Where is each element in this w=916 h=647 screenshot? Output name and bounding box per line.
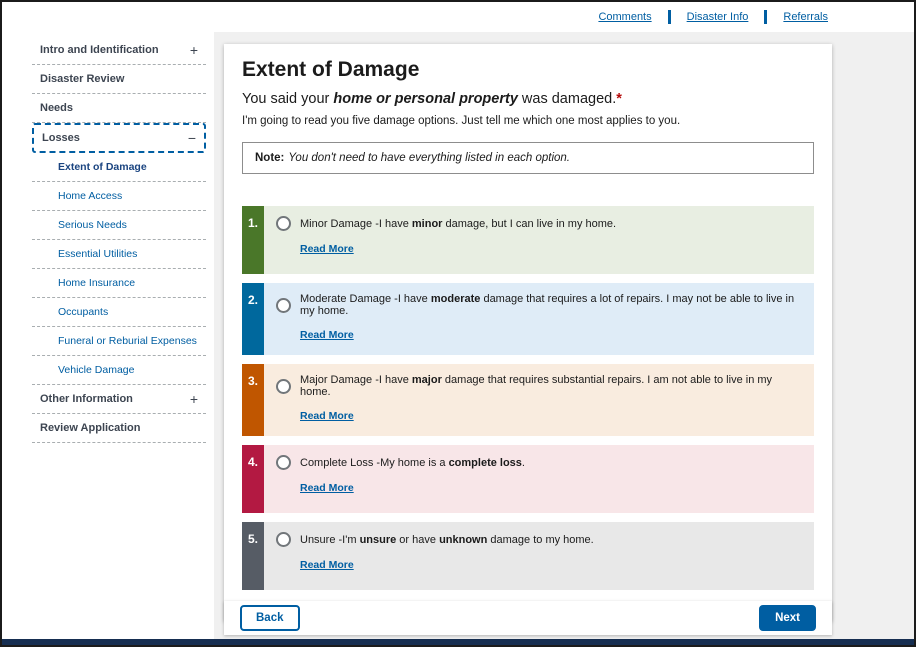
form-navigation-bar: Back Next	[224, 601, 832, 635]
question-text: You said your home or personal property …	[242, 91, 814, 107]
question-prefix: You said your	[242, 91, 333, 107]
question-emphasis: home or personal property	[333, 91, 518, 107]
option-label: Minor Damage -I have minor damage, but I…	[300, 218, 616, 230]
sidebar-item-home-access[interactable]: Home Access	[32, 182, 206, 211]
option-label: Major Damage -I have major damage that r…	[300, 374, 802, 398]
read-more-link[interactable]: Read More	[300, 329, 354, 341]
option-number-badge: 5.	[242, 522, 264, 590]
read-more-link[interactable]: Read More	[300, 559, 354, 571]
damage-option-row: 4. Complete Loss -My home is a complete …	[242, 445, 814, 513]
main-content-area: Extent of Damage You said your home or p…	[214, 32, 914, 639]
option-content: Complete Loss -My home is a complete los…	[264, 445, 814, 513]
sidebar-item-funeral-or-reburial-expenses[interactable]: Funeral or Reburial Expenses	[32, 327, 206, 356]
option-content: Minor Damage -I have minor damage, but I…	[264, 206, 814, 274]
option-radio[interactable]	[276, 216, 291, 231]
sidebar-item-occupants[interactable]: Occupants	[32, 298, 206, 327]
option-label: Complete Loss -My home is a complete los…	[300, 457, 525, 469]
read-more-link[interactable]: Read More	[300, 482, 354, 494]
referrals-link[interactable]: Referrals	[783, 11, 828, 23]
application-window: { "theme": { "link_color": "#005ea2", "a…	[0, 0, 916, 647]
expand-icon[interactable]: +	[190, 394, 198, 404]
option-number-badge: 3.	[242, 364, 264, 436]
disaster-info-link[interactable]: Disaster Info	[687, 11, 749, 23]
sidebar-item-label: Needs	[40, 102, 73, 114]
sidebar-item-label: Intro and Identification	[40, 44, 159, 56]
option-radio[interactable]	[276, 532, 291, 547]
sidebar-item-disaster-review[interactable]: Disaster Review	[32, 65, 206, 94]
option-label: Unsure -I'm unsure or have unknown damag…	[300, 534, 594, 546]
link-divider	[668, 10, 671, 24]
sidebar-item-vehicle-damage[interactable]: Vehicle Damage	[32, 356, 206, 385]
page-title: Extent of Damage	[242, 58, 814, 82]
sidebar-item-other-information[interactable]: Other Information +	[32, 385, 206, 414]
comments-link[interactable]: Comments	[598, 11, 651, 23]
sidebar-item-home-insurance[interactable]: Home Insurance	[32, 269, 206, 298]
note-label: Note:	[255, 152, 284, 164]
sidebar-item-serious-needs[interactable]: Serious Needs	[32, 211, 206, 240]
next-button[interactable]: Next	[759, 605, 816, 631]
option-label: Moderate Damage -I have moderate damage …	[300, 293, 802, 317]
link-divider	[764, 10, 767, 24]
sidebar-item-essential-utilities[interactable]: Essential Utilities	[32, 240, 206, 269]
sidebar-nav: Intro and Identification + Disaster Revi…	[2, 32, 214, 639]
option-number-badge: 1.	[242, 206, 264, 274]
back-button[interactable]: Back	[240, 605, 300, 631]
sidebar-item-needs[interactable]: Needs	[32, 94, 206, 123]
read-more-link[interactable]: Read More	[300, 410, 354, 422]
damage-option-row: 1. Minor Damage -I have minor damage, bu…	[242, 206, 814, 274]
option-content: Major Damage -I have major damage that r…	[264, 364, 814, 436]
sidebar-item-label: Review Application	[40, 422, 140, 434]
damage-option-row: 3. Major Damage -I have major damage tha…	[242, 364, 814, 436]
option-content: Moderate Damage -I have moderate damage …	[264, 283, 814, 355]
sidebar-item-review-application[interactable]: Review Application	[32, 414, 206, 443]
option-radio[interactable]	[276, 298, 291, 313]
top-link-bar: Comments Disaster Info Referrals	[2, 2, 914, 32]
option-radio[interactable]	[276, 455, 291, 470]
form-card: Extent of Damage You said your home or p…	[224, 44, 832, 621]
question-suffix: was damaged.	[518, 91, 616, 107]
sidebar-item-label: Losses	[42, 132, 80, 144]
sidebar-item-losses[interactable]: Losses −	[32, 123, 206, 153]
note-text: You don't need to have everything listed…	[288, 152, 570, 164]
option-number-badge: 4.	[242, 445, 264, 513]
collapse-icon[interactable]: −	[188, 133, 196, 143]
sidebar-item-label: Disaster Review	[40, 73, 124, 85]
sidebar-item-label: Other Information	[40, 393, 133, 405]
instruction-text: I'm going to read you five damage option…	[242, 115, 814, 127]
option-content: Unsure -I'm unsure or have unknown damag…	[264, 522, 814, 590]
note-box: Note: You don't need to have everything l…	[242, 142, 814, 174]
option-radio[interactable]	[276, 379, 291, 394]
expand-icon[interactable]: +	[190, 45, 198, 55]
damage-option-row: 5. Unsure -I'm unsure or have unknown da…	[242, 522, 814, 590]
option-number-badge: 2.	[242, 283, 264, 355]
page-footer-strip	[2, 639, 914, 645]
sidebar-item-extent-of-damage[interactable]: Extent of Damage	[32, 153, 206, 182]
damage-option-row: 2. Moderate Damage -I have moderate dama…	[242, 283, 814, 355]
read-more-link[interactable]: Read More	[300, 243, 354, 255]
required-asterisk: *	[616, 91, 622, 107]
sidebar-item-intro-and-identification[interactable]: Intro and Identification +	[32, 36, 206, 65]
